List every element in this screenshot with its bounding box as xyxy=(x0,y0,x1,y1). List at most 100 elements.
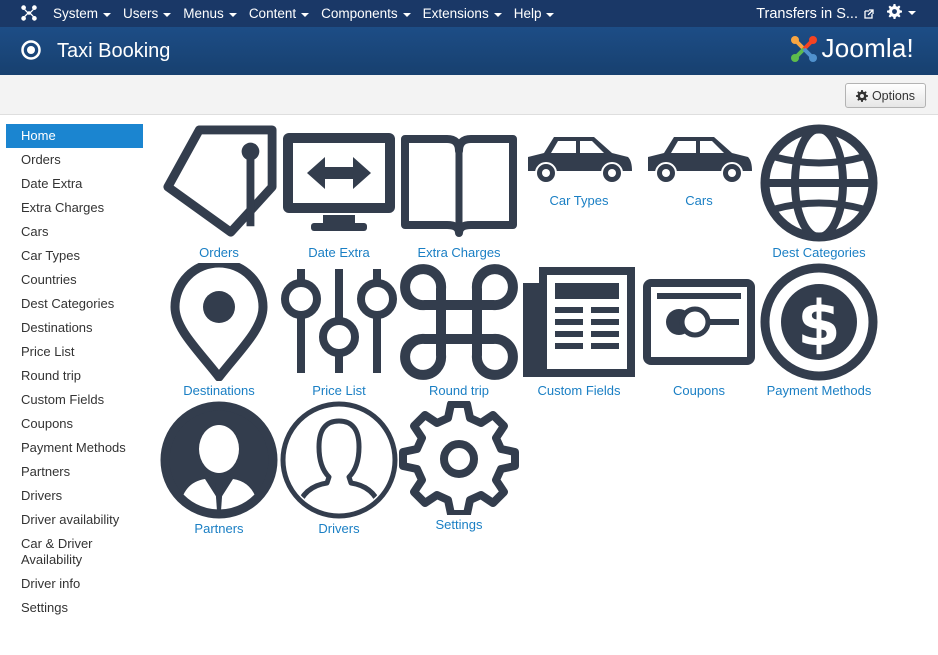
site-link-label: Transfers in S... xyxy=(756,5,858,22)
tile-date-extra-label: Date Extra xyxy=(308,245,370,260)
sidebar-item-custom-fields[interactable]: Custom Fields xyxy=(6,388,143,412)
options-button[interactable]: Options xyxy=(845,83,926,108)
page-title: Taxi Booking xyxy=(57,40,171,62)
sidebar-item-car-types[interactable]: Car Types xyxy=(6,244,143,268)
admin-menu: System Users Menus Content Components Ex… xyxy=(53,0,566,27)
site-link[interactable]: Transfers in S... xyxy=(756,0,874,27)
tile-drivers[interactable]: Drivers xyxy=(279,401,399,536)
sidebar-nav: Home Orders Date Extra Extra Charges Car… xyxy=(6,124,143,620)
menu-extensions[interactable]: Extensions xyxy=(423,0,502,27)
tile-destinations[interactable]: Destinations xyxy=(159,263,279,398)
external-link-icon xyxy=(864,8,874,19)
menu-components-label: Components xyxy=(321,6,398,21)
sliders-icon xyxy=(281,269,397,373)
sidebar-item-driver-info[interactable]: Driver info xyxy=(6,572,143,596)
sidebar-item-price-list[interactable]: Price List xyxy=(6,340,143,364)
gear-icon xyxy=(887,4,902,19)
sidebar-item-round-trip[interactable]: Round trip xyxy=(6,364,143,388)
sidebar-item-extra-charges[interactable]: Extra Charges xyxy=(6,196,143,220)
tile-payment-methods-label: Payment Methods xyxy=(766,383,872,398)
admin-topbar: System Users Menus Content Components Ex… xyxy=(0,0,938,27)
menu-content-label: Content xyxy=(248,6,297,21)
menu-extensions-label: Extensions xyxy=(422,6,489,21)
menu-users-label: Users xyxy=(123,6,159,21)
sidebar-item-cars[interactable]: Cars xyxy=(6,220,143,244)
car-icon xyxy=(648,137,752,184)
dollar-circle-icon: $ xyxy=(760,263,878,381)
car-icon xyxy=(528,137,632,184)
user-settings-menu[interactable] xyxy=(887,4,916,19)
tile-car-types[interactable]: Car Types xyxy=(519,131,639,208)
target-icon xyxy=(21,40,41,60)
tile-extra-charges-label: Extra Charges xyxy=(417,245,501,260)
menu-content[interactable]: Content xyxy=(248,0,310,27)
tile-cars[interactable]: Cars xyxy=(639,131,759,208)
tile-extra-charges[interactable]: Extra Charges xyxy=(399,123,519,260)
sidebar-item-driver-availability[interactable]: Driver availability xyxy=(6,508,143,532)
page-header: Taxi Booking Joomla! xyxy=(0,27,938,75)
sidebar-item-payment-methods[interactable]: Payment Methods xyxy=(6,436,143,460)
sidebar-item-destinations[interactable]: Destinations xyxy=(6,316,143,340)
sidebar-item-settings[interactable]: Settings xyxy=(6,596,143,620)
toolbar: Options xyxy=(0,75,938,115)
tile-orders-label: Orders xyxy=(199,245,239,260)
sidebar-item-countries[interactable]: Countries xyxy=(6,268,143,292)
sidebar-item-home[interactable]: Home xyxy=(6,124,143,148)
joomla-logo-icon[interactable] xyxy=(20,4,38,22)
tile-price-list[interactable]: Price List xyxy=(279,263,399,398)
sidebar-item-car-driver-availability[interactable]: Car & Driver Availability xyxy=(6,532,143,572)
tile-custom-fields[interactable]: Custom Fields xyxy=(519,263,639,398)
card-icon xyxy=(643,279,755,365)
tile-coupons[interactable]: Coupons xyxy=(639,263,759,398)
chevron-down-icon xyxy=(908,10,916,15)
tile-round-trip-label: Round trip xyxy=(429,383,489,398)
tile-partners-label: Partners xyxy=(194,521,244,536)
tile-partners[interactable]: Partners xyxy=(159,401,279,536)
sidebar-item-drivers[interactable]: Drivers xyxy=(6,484,143,508)
tile-drivers-label: Drivers xyxy=(318,521,360,536)
tile-date-extra[interactable]: Date Extra xyxy=(279,123,399,260)
chevron-down-icon xyxy=(103,12,112,17)
tile-settings[interactable]: Settings xyxy=(399,401,519,532)
options-label: Options xyxy=(871,88,916,103)
svg-text:$: $ xyxy=(797,287,840,360)
tile-cars-label: Cars xyxy=(685,193,713,208)
tile-orders[interactable]: Orders xyxy=(159,123,279,260)
book-icon xyxy=(401,135,517,237)
tile-settings-label: Settings xyxy=(435,517,483,532)
chevron-down-icon xyxy=(402,12,411,17)
map-pin-icon xyxy=(170,263,268,381)
globe-icon xyxy=(760,124,878,242)
menu-menus[interactable]: Menus xyxy=(183,0,237,27)
tile-round-trip[interactable]: Round trip xyxy=(399,263,519,398)
joomla-brand-text: Joomla! xyxy=(821,33,914,63)
menu-system-label: System xyxy=(53,6,99,21)
tile-coupons-label: Coupons xyxy=(672,383,726,398)
menu-help[interactable]: Help xyxy=(514,0,555,27)
dashboard-grid: Orders Date Extra Extra Charges Car Type… xyxy=(155,123,895,553)
tile-dest-categories[interactable]: Dest Categories xyxy=(759,123,879,260)
tile-dest-categories-label: Dest Categories xyxy=(772,245,866,260)
menu-menus-label: Menus xyxy=(183,6,224,21)
monitor-arrows-icon xyxy=(283,133,395,231)
gear-icon xyxy=(855,89,868,102)
tile-destinations-label: Destinations xyxy=(183,383,255,398)
menu-users[interactable]: Users xyxy=(123,0,172,27)
joomla-brand-icon xyxy=(790,35,817,62)
chevron-down-icon xyxy=(301,12,310,17)
user-outline-icon xyxy=(280,401,398,519)
menu-system[interactable]: System xyxy=(53,0,112,27)
tile-car-types-label: Car Types xyxy=(549,193,609,208)
command-icon xyxy=(400,264,518,380)
sidebar-item-dest-categories[interactable]: Dest Categories xyxy=(6,292,143,316)
menu-components[interactable]: Components xyxy=(321,0,411,27)
sidebar-item-orders[interactable]: Orders xyxy=(6,148,143,172)
tile-payment-methods[interactable]: $ Payment Methods xyxy=(759,263,879,398)
business-user-icon xyxy=(160,401,278,519)
sidebar-item-date-extra[interactable]: Date Extra xyxy=(6,172,143,196)
chevron-down-icon xyxy=(163,12,172,17)
sidebar-item-partners[interactable]: Partners xyxy=(6,460,143,484)
tile-custom-fields-label: Custom Fields xyxy=(537,383,621,398)
sidebar-item-coupons[interactable]: Coupons xyxy=(6,412,143,436)
menu-help-label: Help xyxy=(513,6,542,21)
